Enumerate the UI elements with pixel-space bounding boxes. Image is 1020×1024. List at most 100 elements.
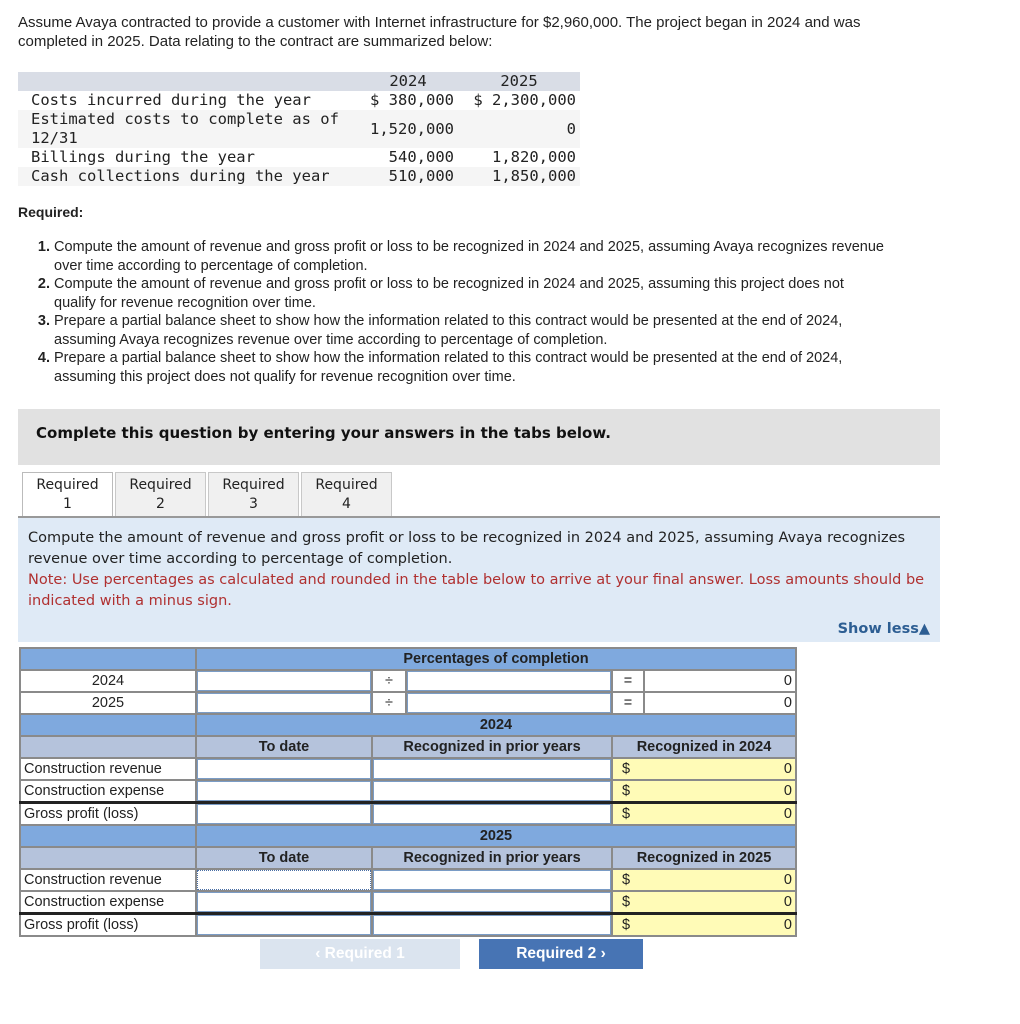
revenue-to-date-2024[interactable] xyxy=(197,759,371,779)
prev-required-button[interactable]: ‹ Required 1 xyxy=(260,939,460,969)
year-label: 2024 xyxy=(19,669,197,693)
row-label: Construction expense xyxy=(19,890,197,915)
instruction-text: Compute the amount of revenue and gross … xyxy=(28,530,906,567)
blank-cell xyxy=(19,846,197,870)
tab-label: Required xyxy=(129,477,192,493)
divide-sign: ÷ xyxy=(371,691,407,715)
answer-grid: Percentages of completion 2024 ÷ = 0 202… xyxy=(19,647,797,937)
pct-denominator-input[interactable] xyxy=(405,691,613,715)
show-less-link[interactable]: Show less▲ xyxy=(838,619,930,640)
table-row: Estimated costs to complete as of 12/31 … xyxy=(18,110,580,148)
table-row: Gross profit (loss) $0 xyxy=(19,912,797,937)
col-to-date: To date xyxy=(195,735,373,759)
gross-profit-prior-2024[interactable] xyxy=(373,804,611,824)
expense-prior-2024[interactable] xyxy=(373,781,611,801)
row-label: Construction revenue xyxy=(19,868,197,892)
pct-row-2024: 2024 ÷ = 0 xyxy=(19,669,797,693)
value-2024: 510,000 xyxy=(358,167,458,186)
to-date-input[interactable] xyxy=(195,779,373,804)
to-date-input[interactable] xyxy=(195,801,373,826)
banner-text: Complete this question by entering your … xyxy=(36,424,611,442)
section-year-row: 2024 xyxy=(19,713,797,737)
amount: 0 xyxy=(783,917,792,933)
prior-years-input[interactable] xyxy=(371,801,613,826)
tab-label: Required xyxy=(222,477,285,493)
equals-sign: = xyxy=(611,669,645,693)
currency-sign: $ xyxy=(622,783,631,799)
prior-years-input[interactable] xyxy=(371,779,613,804)
recognized-value: $0 xyxy=(611,868,797,892)
prior-years-input[interactable] xyxy=(371,757,613,781)
prior-years-input[interactable] xyxy=(371,890,613,915)
gross-profit-to-date-2025[interactable] xyxy=(197,915,371,935)
currency-sign: $ xyxy=(622,761,631,777)
tab-required-4[interactable]: Required 4 xyxy=(301,472,392,516)
table-row: Construction expense $0 xyxy=(19,890,797,915)
equals-sign: = xyxy=(611,691,645,715)
tab-required-3[interactable]: Required 3 xyxy=(208,472,299,516)
requirements-list: Compute the amount of revenue and gross … xyxy=(24,238,884,386)
table-row: Construction revenue $0 xyxy=(19,868,797,892)
to-date-input[interactable] xyxy=(195,757,373,781)
recognized-value: $0 xyxy=(611,890,797,915)
blank-cell xyxy=(19,647,197,671)
value-2025: 0 xyxy=(458,110,580,148)
section-year-row: 2025 xyxy=(19,824,797,848)
blank-cell xyxy=(19,824,197,848)
table-row: Construction expense $0 xyxy=(19,779,797,804)
divide-sign: ÷ xyxy=(371,669,407,693)
prior-years-input[interactable] xyxy=(371,912,613,937)
tab-required-1[interactable]: Required 1 xyxy=(22,472,113,518)
col-prior-years: Recognized in prior years xyxy=(371,846,613,870)
requirement-item: Compute the amount of revenue and gross … xyxy=(54,238,884,275)
row-label: Gross profit (loss) xyxy=(19,801,197,826)
gross-profit-prior-2025[interactable] xyxy=(373,915,611,935)
pct-denominator-2025[interactable] xyxy=(407,693,611,713)
to-date-input[interactable] xyxy=(195,868,373,892)
table-row: Gross profit (loss) $0 xyxy=(19,801,797,826)
table-row: Billings during the year 540,000 1,820,0… xyxy=(18,148,580,167)
pct-denominator-2024[interactable] xyxy=(407,671,611,691)
revenue-prior-2024[interactable] xyxy=(373,759,611,779)
revenue-prior-2025[interactable] xyxy=(373,870,611,890)
pct-numerator-2024[interactable] xyxy=(197,671,371,691)
tab-number: 2 xyxy=(156,496,165,512)
tab-label: Required xyxy=(36,477,99,493)
currency-sign: $ xyxy=(622,872,631,888)
section-year: 2025 xyxy=(195,824,797,848)
requirement-item: Compute the amount of revenue and gross … xyxy=(54,275,884,312)
pct-denominator-input[interactable] xyxy=(405,669,613,693)
expense-to-date-2024[interactable] xyxy=(197,781,371,801)
recognized-value: $0 xyxy=(611,801,797,826)
pct-numerator-input[interactable] xyxy=(195,669,373,693)
amount: 0 xyxy=(783,894,792,910)
requirement-item: Prepare a partial balance sheet to show … xyxy=(54,312,884,349)
year-label: 2025 xyxy=(19,691,197,715)
gross-profit-to-date-2024[interactable] xyxy=(197,804,371,824)
prior-years-input[interactable] xyxy=(371,868,613,892)
section-col-header-row: To date Recognized in prior years Recogn… xyxy=(19,846,797,870)
col-prior-years: Recognized in prior years xyxy=(371,735,613,759)
instruction-note: Note: Use percentages as calculated and … xyxy=(28,572,925,609)
revenue-to-date-2025[interactable] xyxy=(197,870,371,890)
currency-sign: $ xyxy=(622,917,631,933)
row-label: Construction revenue xyxy=(19,757,197,781)
to-date-input[interactable] xyxy=(195,912,373,937)
recognized-value: $0 xyxy=(611,912,797,937)
value-2025: 1,820,000 xyxy=(492,148,576,166)
table-header-row: 2024 2025 xyxy=(18,72,580,91)
expense-prior-2025[interactable] xyxy=(373,892,611,912)
instructions-banner: Complete this question by entering your … xyxy=(18,409,940,465)
problem-intro: Assume Avaya contracted to provide a cus… xyxy=(18,14,861,50)
value-2025: 1,850,000 xyxy=(458,167,580,186)
pct-numerator-input[interactable] xyxy=(195,691,373,715)
pct-numerator-2025[interactable] xyxy=(197,693,371,713)
next-required-button[interactable]: Required 2 › xyxy=(479,939,643,969)
row-label: Cash collections during the year xyxy=(18,167,358,186)
tab-required-2[interactable]: Required 2 xyxy=(115,472,206,516)
tab-instructions: Compute the amount of revenue and gross … xyxy=(18,518,940,642)
to-date-input[interactable] xyxy=(195,890,373,915)
currency-sign: $ xyxy=(622,894,631,910)
expense-to-date-2025[interactable] xyxy=(197,892,371,912)
blank-cell xyxy=(19,735,197,759)
